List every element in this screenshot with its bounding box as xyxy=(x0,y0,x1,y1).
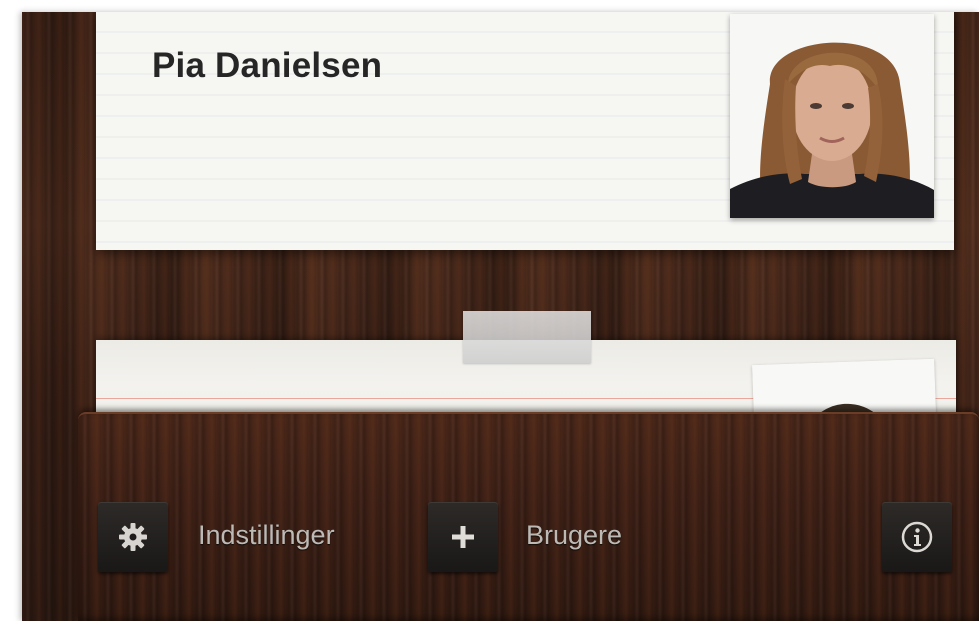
info-button[interactable] xyxy=(882,502,952,572)
card-pocket: Indstillinger Brugere xyxy=(78,412,979,621)
contact-photo xyxy=(730,14,934,218)
gear-icon xyxy=(119,523,147,551)
settings-label[interactable]: Indstillinger xyxy=(198,520,335,551)
contact-card[interactable]: Pia Danielsen xyxy=(96,12,954,250)
contact-name: Pia Danielsen xyxy=(152,46,383,85)
settings-button[interactable] xyxy=(98,502,168,572)
portrait-image xyxy=(730,14,934,218)
tape-strip xyxy=(463,311,591,363)
users-label[interactable]: Brugere xyxy=(526,520,622,551)
add-user-button[interactable] xyxy=(428,502,498,572)
app-screen: Pia Danielsen Indstillinger Brugere xyxy=(22,12,979,621)
info-icon xyxy=(901,521,933,553)
plus-icon xyxy=(452,526,474,548)
